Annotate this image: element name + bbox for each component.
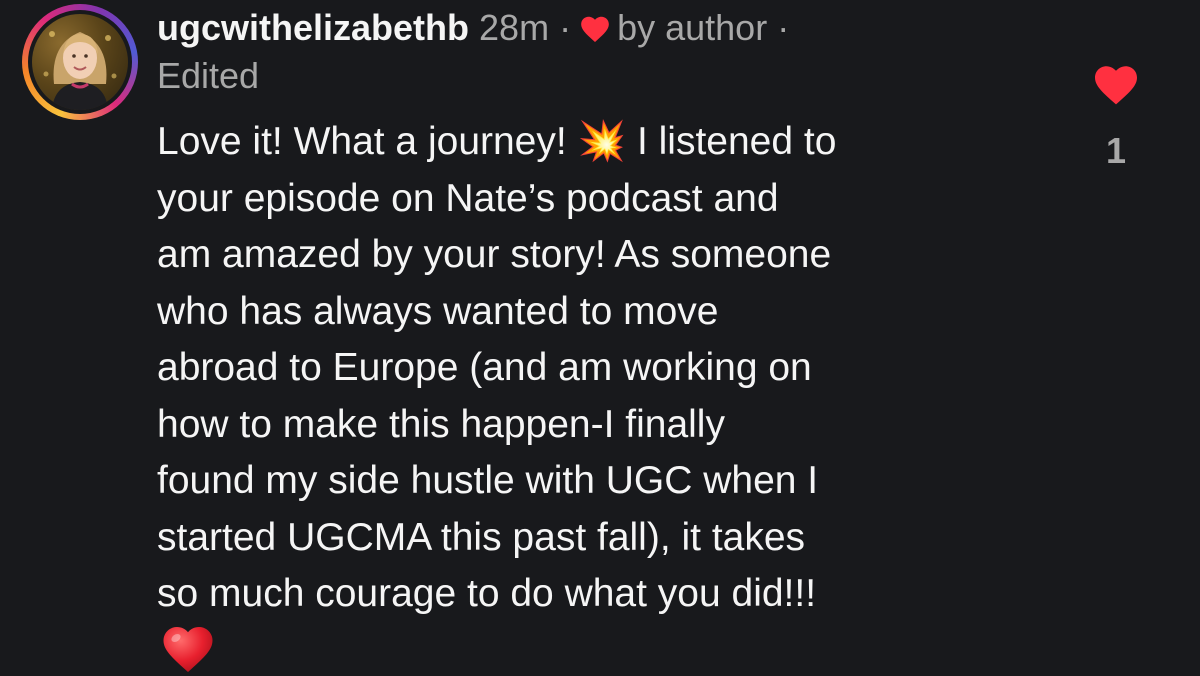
heart-icon [579,9,611,53]
username-link[interactable]: ugcwithelizabethb [157,7,469,48]
edited-label: Edited [157,55,260,96]
meta-separator-2: · [777,7,790,48]
heart-icon [1095,66,1137,105]
comment-header: ugcwithelizabethb 28m · by author · [157,6,1057,53]
timestamp: 28m [479,7,550,48]
red-heart-emoji [160,620,216,676]
meta-separator: · [559,7,572,48]
like-count[interactable]: 1 [1094,130,1138,172]
avatar-photo [43,31,117,110]
comment-text: Love it! What a journey! 💥 I listened to… [157,120,837,615]
like-button[interactable] [1092,62,1140,106]
avatar[interactable] [32,14,128,110]
liked-by-author-label: by author [617,7,768,48]
story-ring[interactable] [22,4,138,120]
